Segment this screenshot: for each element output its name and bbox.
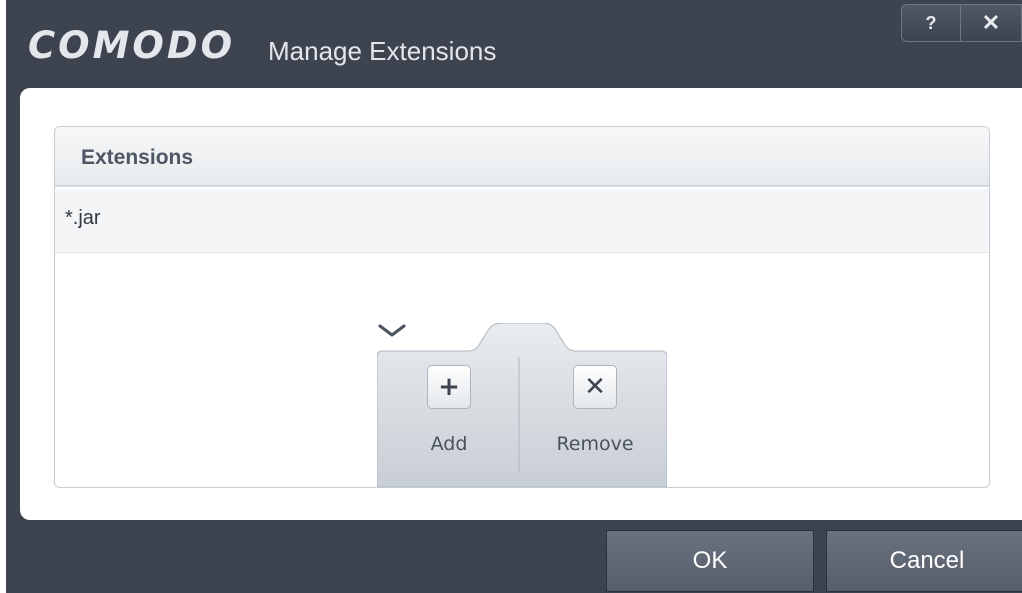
help-button[interactable]: ? (902, 5, 961, 41)
comodo-logo: COMODO (28, 24, 236, 67)
title-button-group: ? ✕ (901, 4, 1022, 42)
plus-icon: + (427, 365, 471, 409)
extension-value: *.jar (65, 207, 101, 229)
close-button[interactable]: ✕ (960, 5, 1022, 41)
content-area: Extensions *.jar + Add ✕ Remove (20, 88, 1022, 520)
add-button[interactable]: + Add (399, 365, 519, 475)
list-item[interactable]: *.jar (55, 189, 989, 253)
help-icon: ? (925, 12, 937, 33)
extensions-header: Extensions (55, 127, 989, 187)
dialog-window: COMODO Manage Extensions ? ✕ Extensions … (6, 0, 1022, 593)
extensions-panel: Extensions *.jar + Add ✕ Remove (54, 126, 990, 488)
dialog-title: Manage Extensions (268, 36, 497, 66)
add-label: Add (430, 433, 468, 455)
close-icon: ✕ (981, 10, 1001, 35)
ok-button[interactable]: OK (606, 530, 814, 592)
action-toolbar: + Add ✕ Remove (377, 323, 667, 487)
extensions-column-header: Extensions (81, 146, 194, 169)
cancel-button[interactable]: Cancel (826, 530, 1022, 592)
title-bar: COMODO Manage Extensions ? ✕ (6, 0, 1022, 88)
x-icon: ✕ (573, 365, 617, 409)
remove-label: Remove (556, 433, 634, 455)
chevron-down-icon[interactable] (377, 323, 407, 339)
remove-button[interactable]: ✕ Remove (539, 365, 659, 475)
